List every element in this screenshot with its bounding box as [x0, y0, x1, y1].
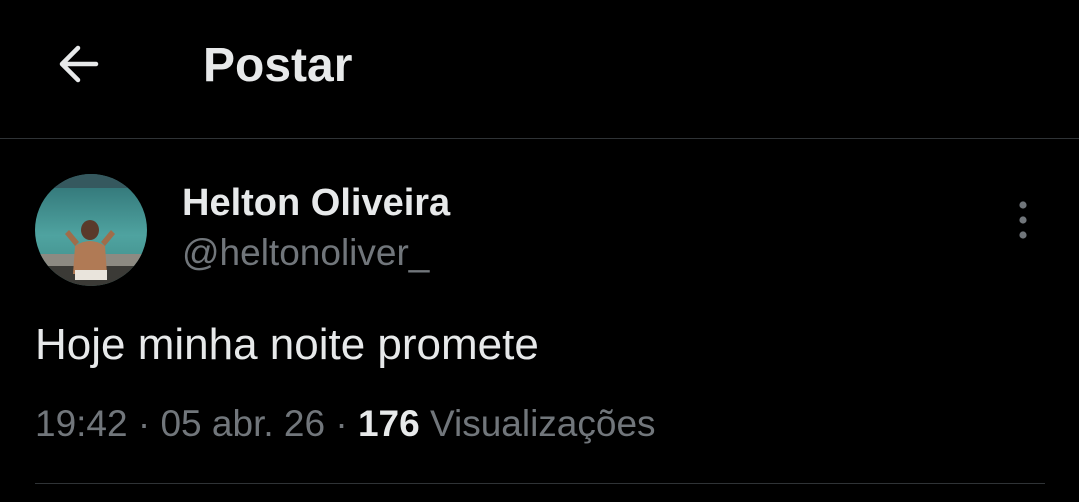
- page-title: Postar: [203, 39, 353, 92]
- post-text: Hoje minha noite promete: [35, 320, 539, 369]
- author-handle[interactable]: @heltonoliver_: [182, 230, 429, 276]
- post-date[interactable]: 05 abr. 26: [160, 403, 325, 444]
- meta-separator: ·: [335, 403, 348, 444]
- post-metadata: 19:42 · 05 abr. 26 · 176 Visualizações: [35, 401, 656, 447]
- divider: [35, 483, 1045, 484]
- post-time[interactable]: 19:42: [35, 403, 128, 444]
- top-bar: Postar: [0, 0, 1079, 139]
- avatar[interactable]: [35, 174, 147, 286]
- profile-photo-avatar: [35, 174, 147, 286]
- arrow-left-icon: [59, 45, 99, 83]
- back-button[interactable]: [46, 32, 110, 96]
- meta-separator: ·: [137, 403, 151, 444]
- author-name[interactable]: Helton Oliveira: [182, 180, 450, 226]
- views-count[interactable]: 176: [358, 403, 420, 444]
- views-label[interactable]: Visualizações: [430, 403, 656, 444]
- more-vertical-icon: [1019, 201, 1027, 239]
- more-options-button[interactable]: [1003, 196, 1043, 244]
